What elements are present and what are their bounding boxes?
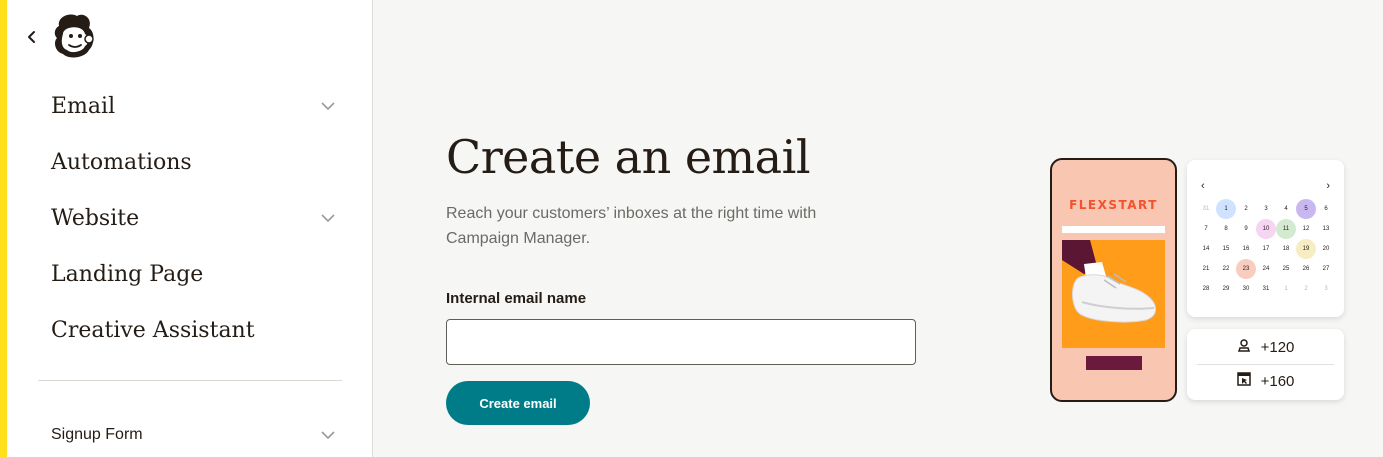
calendar-day: 9: [1244, 226, 1248, 232]
calendar-day: 15: [1222, 246, 1230, 252]
sidebar-item-website[interactable]: Website: [51, 198, 336, 238]
sidebar-item-label: Email: [51, 93, 116, 119]
calendar-day: 3: [1324, 286, 1328, 292]
calendar-day: 13: [1322, 226, 1330, 232]
calendar-day: 2: [1304, 286, 1308, 292]
sidebar-item-label: Landing Page: [51, 261, 204, 287]
calendar-prev-icon: ‹: [1201, 180, 1205, 192]
calendar-day: 2: [1244, 206, 1248, 212]
calendar-day: 28: [1202, 286, 1210, 292]
calendar-grid: 31 1 2 3 4 5 6 7 8 9 10 11 12 13 14 15 16 17 18 19 20 21 22 23 2…: [1196, 199, 1336, 299]
page-subtitle: Reach your customers’ inboxes at the rig…: [446, 205, 817, 247]
stats-card: +120 +160: [1187, 329, 1344, 400]
calendar-day: 26: [1302, 266, 1310, 272]
sidebar-item-email[interactable]: Email: [51, 86, 336, 126]
chevron-down-icon[interactable]: [320, 427, 336, 443]
calendar-day: 3: [1264, 206, 1268, 212]
calendar-day: 21: [1202, 266, 1210, 272]
sidebar: Email Automations Website Landing Page C…: [7, 0, 373, 457]
calendar-card: ‹ › 31 1 2 3 4 5 6 7 8 9 10 11 12 13 14 15 16 17 18 19 20 21 2…: [1187, 160, 1344, 317]
phone-header-bar: [1062, 226, 1165, 233]
stat-row: +160: [1187, 364, 1344, 398]
person-icon: [1237, 338, 1251, 356]
stat-row: +120: [1187, 330, 1344, 364]
calendar-day: 17: [1262, 246, 1270, 252]
calendar-day: 11: [1276, 219, 1296, 239]
calendar-day: 5: [1296, 199, 1316, 219]
calendar-day: 8: [1224, 226, 1228, 232]
sidebar-divider: [38, 380, 342, 381]
calendar-day: 30: [1242, 286, 1250, 292]
page-title: Create an email: [446, 130, 811, 184]
calendar-day: 23: [1236, 259, 1256, 279]
calendar-day: 19: [1296, 239, 1316, 259]
email-name-input[interactable]: [446, 319, 916, 365]
phone-brand-text: FLEXSTART: [1069, 198, 1158, 212]
calendar-next-icon: ›: [1326, 180, 1330, 192]
sidebar-item-landing-page[interactable]: Landing Page: [51, 254, 336, 294]
sidebar-item-automations[interactable]: Automations: [51, 142, 336, 182]
calendar-day: 1: [1216, 199, 1236, 219]
stat-value: +160: [1260, 372, 1295, 390]
click-cursor-icon: [1236, 372, 1251, 390]
sidebar-item-label: Signup Form: [51, 426, 143, 443]
calendar-day: 27: [1322, 266, 1330, 272]
sidebar-item-label: Website: [51, 205, 140, 231]
phone-cta-button: [1086, 356, 1142, 370]
calendar-day: 6: [1324, 206, 1328, 212]
sidebar-item-label: Creative Assistant: [51, 317, 255, 343]
sidebar-item-creative-assistant[interactable]: Creative Assistant: [51, 310, 336, 350]
sneaker-image: [1062, 240, 1165, 348]
calendar-day: 14: [1202, 246, 1210, 252]
chevron-down-icon[interactable]: [320, 210, 336, 226]
sidebar-item-signup-form[interactable]: Signup Form: [51, 420, 336, 450]
calendar-day: 16: [1242, 246, 1250, 252]
calendar-day: 31: [1202, 206, 1210, 212]
stat-value: +120: [1260, 338, 1295, 356]
create-email-button[interactable]: Create email: [446, 381, 590, 425]
calendar-day: 24: [1262, 266, 1270, 272]
calendar-day: 22: [1222, 266, 1230, 272]
calendar-day: 10: [1256, 219, 1276, 239]
calendar-day: 18: [1282, 246, 1290, 252]
calendar-day: 4: [1284, 206, 1288, 212]
calendar-day: 20: [1322, 246, 1330, 252]
calendar-day: 29: [1222, 286, 1230, 292]
calendar-day: 7: [1204, 226, 1208, 232]
accent-bar: [0, 0, 7, 457]
calendar-day: 1: [1284, 286, 1288, 292]
chevron-left-icon[interactable]: [23, 26, 41, 48]
mailchimp-logo[interactable]: [49, 12, 97, 62]
calendar-day: 25: [1282, 266, 1290, 272]
sidebar-item-label: Automations: [51, 149, 192, 175]
calendar-day: 31: [1262, 286, 1270, 292]
calendar-day: 12: [1302, 226, 1310, 232]
phone-mockup: FLEXSTART: [1050, 158, 1177, 402]
email-name-label: Internal email name: [446, 290, 587, 307]
chevron-down-icon[interactable]: [320, 98, 336, 114]
